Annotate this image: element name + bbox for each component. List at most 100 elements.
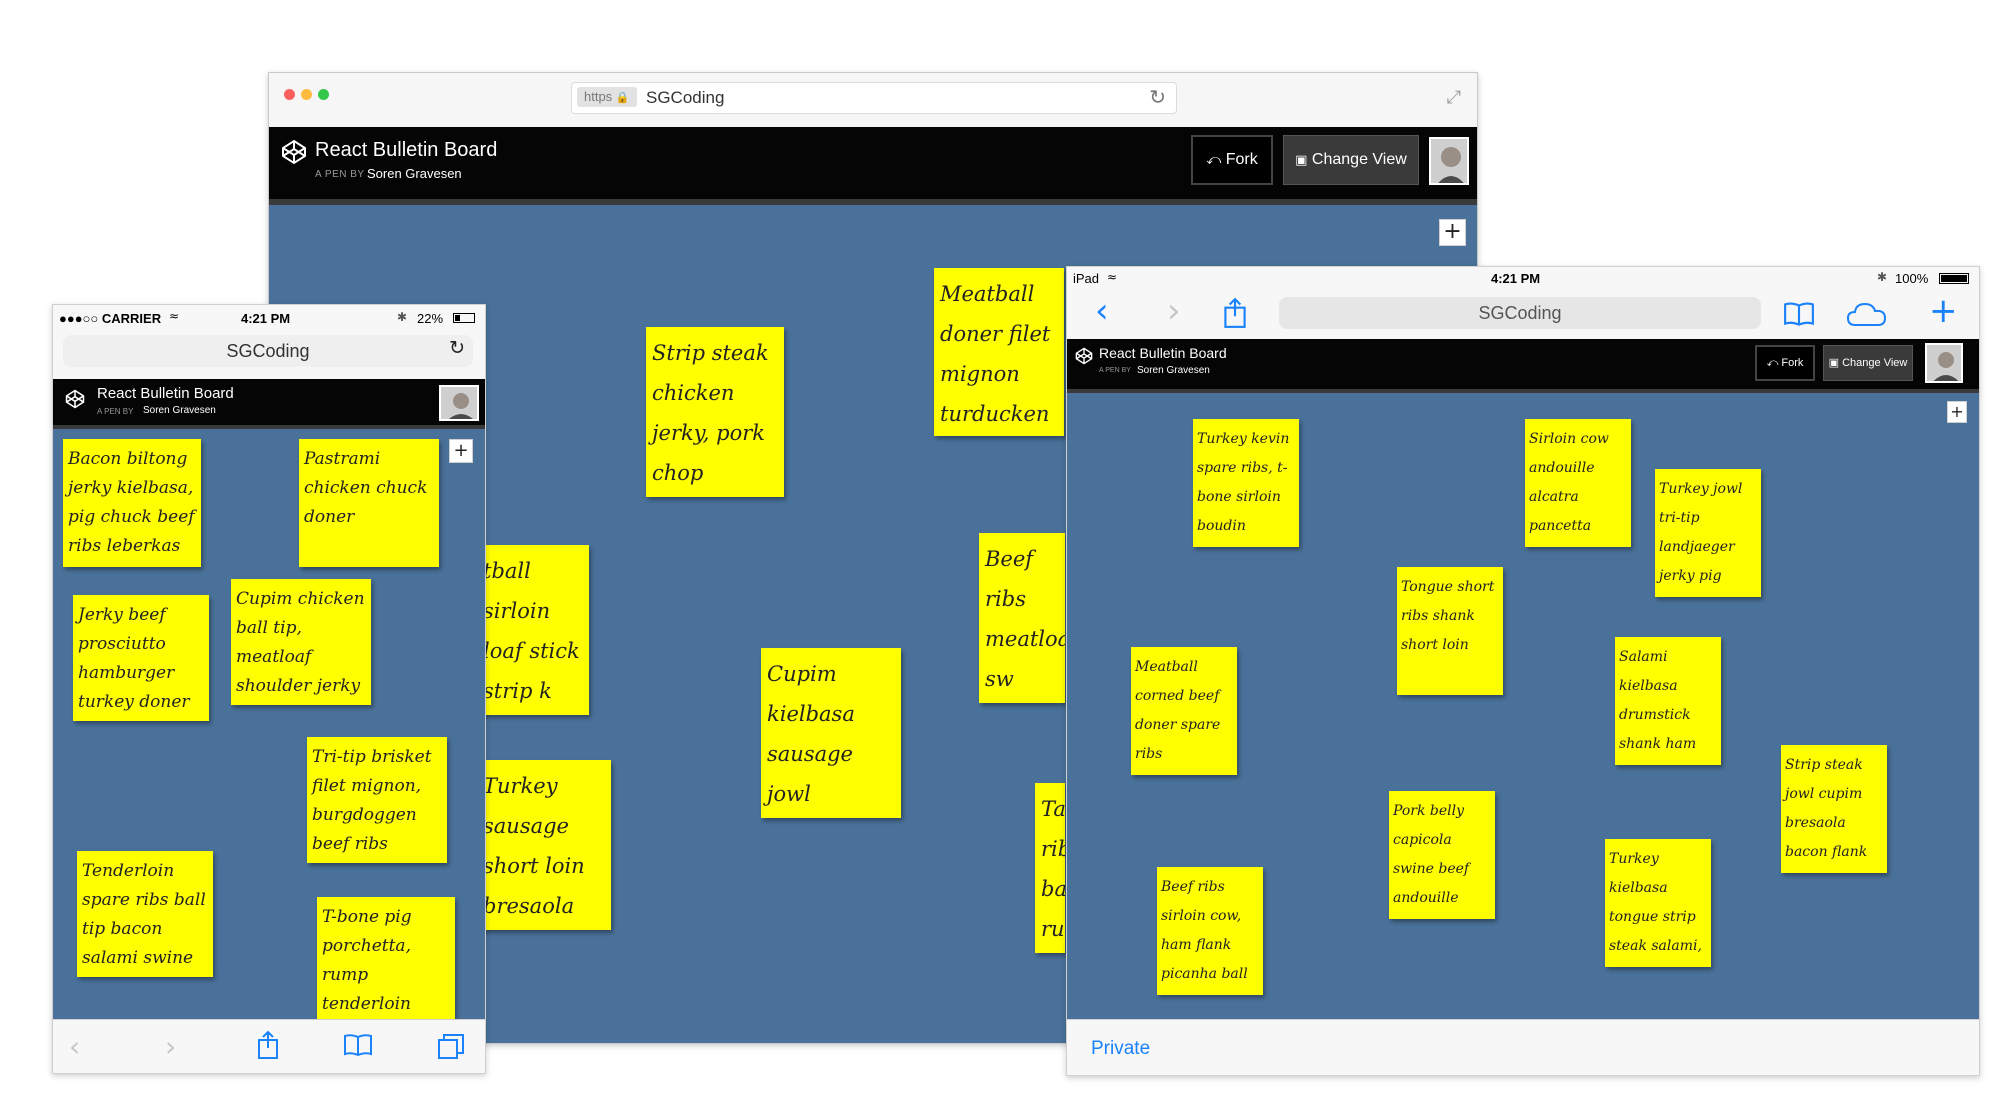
pen-title[interactable]: React Bulletin Board [315, 139, 497, 162]
pen-by-label: A PEN BY [1099, 367, 1131, 374]
user-avatar[interactable] [439, 385, 479, 421]
sticky-note[interactable]: Jerky beef prosciutto hamburger turkey d… [73, 595, 209, 721]
codepen-logo-icon[interactable] [1075, 347, 1093, 365]
change-view-label: Change View [1842, 357, 1908, 369]
fork-button[interactable]: ⤺ Fork [1191, 135, 1273, 185]
sticky-note[interactable]: Meatball doner filet mignon turducken ha… [934, 268, 1064, 436]
sticky-note[interactable]: tball sirloin loaf stick strip k pork ch… [477, 545, 589, 715]
pen-author[interactable]: Soren Gravesen [143, 405, 216, 416]
sticky-note[interactable]: Turkey kielbasa tongue strip steak salam… [1605, 839, 1711, 967]
https-badge: https 🔒 [577, 87, 637, 107]
carrier-label: ●●●○○ CARRIER [59, 311, 162, 326]
phone-pen-header: React Bulletin Board A PEN BY Soren Grav… [53, 379, 485, 429]
battery-icon [453, 313, 475, 323]
sticky-note[interactable]: Meatball corned beef doner spare ribs fr… [1131, 647, 1237, 775]
address-bar[interactable]: https 🔒 SGCoding ↻ [571, 82, 1177, 114]
pen-by-label: A PEN BY [97, 407, 134, 416]
reload-icon[interactable]: ↻ [1149, 85, 1166, 109]
sticky-note[interactable]: T-bone pig porchetta, rump tenderloin ha… [317, 897, 455, 1019]
share-icon[interactable] [1223, 297, 1247, 329]
wifi-icon: ≈ [1107, 270, 1118, 284]
pen-author[interactable]: Soren Gravesen [367, 166, 462, 181]
sticky-note[interactable]: Strip steak jowl cupim bresaola bacon fl… [1781, 745, 1887, 873]
pen-title[interactable]: React Bulletin Board [97, 385, 234, 402]
phone-url-text: SGCoding [226, 341, 310, 361]
user-avatar[interactable] [1925, 343, 1963, 383]
cloud-icon[interactable] [1847, 301, 1887, 327]
share-icon[interactable] [257, 1030, 279, 1060]
sticky-note[interactable]: Sirloin cow andouille alcatra pancetta p… [1525, 419, 1631, 547]
sticky-note[interactable]: Cupim chicken ball tip, meatloaf shoulde… [231, 579, 371, 705]
bluetooth-icon: ✱ [1877, 270, 1888, 284]
pen-title[interactable]: React Bulletin Board [1099, 345, 1227, 361]
change-view-icon: ▣ [1295, 153, 1308, 168]
phone-toolbar: ‹ › [53, 1019, 485, 1073]
user-avatar[interactable] [1429, 137, 1469, 185]
phone-board[interactable]: + Bacon biltong jerky kielbasa, pig chuc… [53, 429, 485, 1019]
fullscreen-icon[interactable]: ⤢ [1447, 87, 1461, 108]
bookmarks-icon[interactable] [343, 1033, 373, 1057]
bluetooth-icon: ✱ [397, 310, 408, 324]
sticky-note[interactable]: Tenderloin spare ribs ball tip bacon sal… [77, 851, 213, 977]
phone-address-bar[interactable]: SGCoding ↻ [63, 335, 473, 367]
sticky-note[interactable]: Beef ribs meatloaf sw boudin frankfurte [979, 533, 1065, 703]
private-button[interactable]: Private [1091, 1038, 1150, 1060]
forward-icon[interactable]: › [165, 1030, 176, 1063]
sticky-note[interactable]: Tai ribe ball rum [1035, 783, 1065, 953]
change-view-button[interactable]: ▣ Change View [1283, 135, 1419, 185]
add-note-button[interactable]: + [449, 439, 473, 463]
lock-icon: 🔒 [615, 92, 630, 104]
desktop-titlebar: https 🔒 SGCoding ↻ ⤢ [269, 73, 1477, 128]
sticky-note[interactable]: Beef ribs sirloin cow, ham flank picanha… [1157, 867, 1263, 995]
minimize-dot-icon[interactable] [301, 89, 312, 100]
codepen-logo-icon[interactable] [281, 139, 307, 165]
phone-window: ●●●○○ CARRIER ≈ 4:21 PM ✱ 22% SGCoding ↻… [52, 304, 486, 1074]
tablet-nav-bar: ‹ › SGCoding + [1067, 289, 1979, 339]
codepen-logo-icon[interactable] [65, 389, 85, 409]
sticky-note[interactable]: Cupim kielbasa sausage jowl frankfurter … [761, 648, 901, 818]
sticky-note[interactable]: Turkey sausage short loin bresaola alcat… [477, 760, 611, 930]
pen-by-label: A PEN BY [315, 169, 365, 180]
back-icon[interactable]: ‹ [69, 1030, 80, 1063]
phone-time: 4:21 PM [241, 311, 291, 326]
sticky-note[interactable]: Pork belly capicola swine beef andouille… [1389, 791, 1495, 919]
fork-button[interactable]: ⤺ Fork [1755, 345, 1815, 381]
new-tab-icon[interactable]: + [1929, 291, 1958, 331]
change-view-label: Change View [1311, 151, 1407, 168]
battery-percent: 22% [417, 311, 444, 326]
pen-author[interactable]: Soren Gravesen [1137, 365, 1210, 376]
back-icon[interactable]: ‹ [1095, 291, 1109, 331]
sticky-note[interactable]: Turkey kevin spare ribs, t-bone sirloin … [1193, 419, 1299, 547]
desktop-pen-header: React Bulletin Board A PEN BY Soren Grav… [269, 127, 1477, 205]
add-note-button[interactable]: + [1439, 219, 1466, 246]
fork-icon: ⤺ [1206, 152, 1222, 168]
sticky-note[interactable]: Bacon biltong jerky kielbasa, pig chuck … [63, 439, 201, 567]
fork-label: Fork [1225, 151, 1258, 168]
sticky-note[interactable]: Pastrami chicken chuck doner [299, 439, 439, 567]
wifi-icon: ≈ [169, 309, 180, 323]
forward-icon[interactable]: › [1167, 291, 1181, 331]
reload-icon[interactable]: ↻ [449, 337, 465, 359]
https-label: https [584, 89, 613, 104]
battery-icon [1939, 273, 1969, 284]
add-note-button[interactable]: + [1947, 401, 1967, 423]
tablet-address-bar[interactable]: SGCoding [1279, 297, 1761, 329]
tabs-icon[interactable] [437, 1032, 465, 1060]
zoom-dot-icon[interactable] [318, 89, 329, 100]
tablet-board[interactable]: + Turkey kevin spare ribs, t-bone sirloi… [1067, 393, 1979, 1019]
tablet-status-bar: iPad ≈ 4:21 PM ✱ 100% [1067, 267, 1979, 289]
close-dot-icon[interactable] [284, 89, 295, 100]
tablet-time: 4:21 PM [1491, 271, 1541, 286]
sticky-note[interactable]: Tri-tip brisket filet mignon, burgdoggen… [307, 737, 447, 863]
change-view-button[interactable]: ▣ Change View [1823, 345, 1913, 381]
fork-icon: ⤺ [1766, 356, 1779, 369]
sticky-note[interactable]: Turkey jowl tri-tip landjaeger jerky pig… [1655, 469, 1761, 597]
device-label: iPad [1073, 271, 1100, 286]
sticky-note[interactable]: Strip steak chicken jerky, pork chop lan… [646, 327, 784, 497]
phone-status-bar: ●●●○○ CARRIER ≈ 4:21 PM ✱ 22% [53, 305, 485, 331]
battery-percent: 100% [1895, 271, 1929, 286]
tablet-url-text: SGCoding [1478, 303, 1562, 323]
sticky-note[interactable]: Tongue short ribs shank short loin [1397, 567, 1503, 695]
bookmarks-icon[interactable] [1783, 301, 1815, 327]
sticky-note[interactable]: Salami kielbasa drumstick shank ham stri… [1615, 637, 1721, 765]
